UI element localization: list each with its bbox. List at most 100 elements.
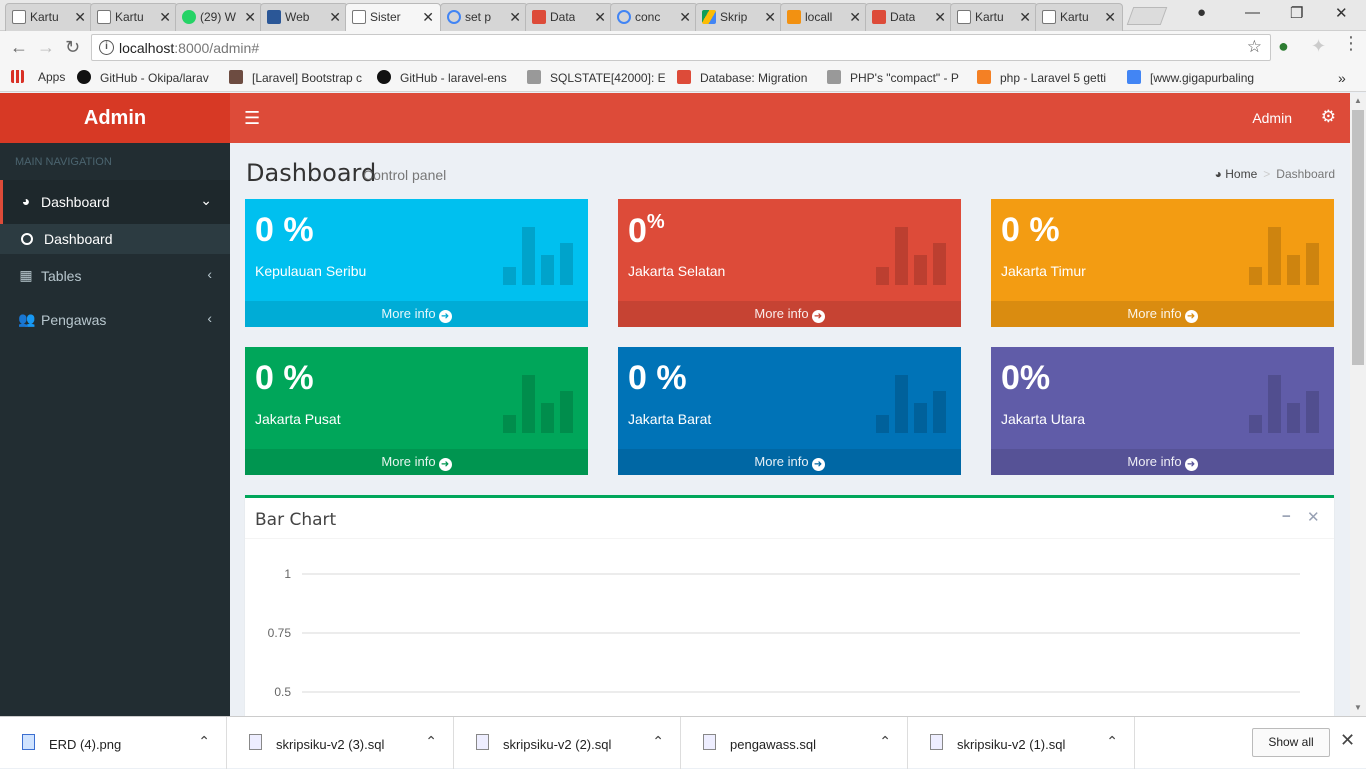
more-info-link[interactable]: More info ➜	[245, 449, 588, 475]
page-title: Dashboard	[246, 159, 377, 187]
close-tab-icon[interactable]: ✕	[679, 4, 691, 30]
bookmark-star-icon[interactable]: ☆	[1247, 37, 1262, 57]
page-scrollbar[interactable]: ▲ ▼	[1350, 93, 1366, 716]
restore-icon[interactable]: ❐	[1290, 4, 1303, 22]
download-item[interactable]: pengawass.sql ⌃	[681, 717, 908, 769]
stat-value: 0%	[1001, 359, 1051, 397]
download-item[interactable]: ERD (4).png ⌃	[0, 717, 227, 769]
address-bar-row: ← → ↻ i localhost:8000/admin# ☆ ● ✦ ⋮	[0, 31, 1366, 64]
close-tab-icon[interactable]: ✕	[1104, 4, 1116, 30]
more-info-link[interactable]: More info ➜	[991, 449, 1334, 475]
breadcrumb: ◕ Home > Dashboard	[1214, 167, 1335, 181]
more-bookmarks-icon[interactable]: »	[1338, 70, 1346, 86]
bookmark-item[interactable]: PHP's "compact" - P	[827, 70, 965, 85]
breadcrumb-current: Dashboard	[1276, 167, 1335, 181]
nav-header: MAIN NAVIGATION	[15, 156, 112, 168]
bookmark-item[interactable]: [Laravel] Bootstrap c	[229, 70, 367, 85]
app-logo[interactable]: Admin	[0, 93, 230, 143]
show-all-button[interactable]: Show all	[1252, 728, 1330, 757]
phpmyadmin-icon	[787, 10, 801, 24]
extension-icon[interactable]: ✦	[1311, 36, 1326, 57]
close-tab-icon[interactable]: ✕	[74, 4, 86, 30]
browser-tab[interactable]: Data ✕	[865, 3, 953, 31]
browser-tab[interactable]: Kartu ✕	[90, 3, 178, 31]
bookmark-apps[interactable]: Apps	[11, 70, 65, 84]
sidebar-item-dashboard[interactable]: ◕ Dashboard ⌄	[0, 180, 230, 224]
browser-tab[interactable]: Skrip ✕	[695, 3, 783, 31]
address-bar[interactable]: i localhost:8000/admin# ☆	[91, 34, 1271, 61]
gears-icon[interactable]: ⚙	[1321, 107, 1336, 127]
bookmark-item[interactable]: Database: Migration	[677, 70, 815, 85]
info-icon[interactable]: i	[99, 40, 114, 55]
new-tab-button[interactable]	[1126, 7, 1168, 25]
user-menu[interactable]: Admin	[1252, 110, 1292, 126]
download-item[interactable]: skripsiku-v2 (3).sql ⌃	[227, 717, 454, 769]
close-tab-icon[interactable]: ✕	[849, 4, 861, 30]
bookmark-item[interactable]: GitHub - laravel-ens	[377, 70, 515, 85]
chevron-up-icon[interactable]: ⌃	[198, 733, 210, 750]
close-tab-icon[interactable]: ✕	[764, 4, 776, 30]
close-download-bar-icon[interactable]: ✕	[1340, 730, 1355, 751]
bar-chart-icon	[503, 371, 578, 433]
breadcrumb-home[interactable]: ◕ Home	[1215, 167, 1258, 181]
browser-tab[interactable]: Kartu ✕	[950, 3, 1038, 31]
close-tab-icon[interactable]: ✕	[159, 4, 171, 30]
extension-globe-icon[interactable]: ●	[1278, 36, 1289, 57]
page-icon	[97, 10, 111, 24]
close-tab-icon[interactable]: ✕	[594, 4, 606, 30]
window-close-icon[interactable]: ✕	[1335, 4, 1348, 22]
browser-tab[interactable]: Kartu ✕	[1035, 3, 1123, 31]
browser-tab[interactable]: (29) W ✕	[175, 3, 263, 31]
reload-icon[interactable]: ↻	[65, 37, 80, 58]
scrollbar-thumb[interactable]	[1352, 110, 1364, 365]
close-tab-icon[interactable]: ✕	[934, 4, 946, 30]
browser-tab[interactable]: conc ✕	[610, 3, 698, 31]
chevron-up-icon[interactable]: ⌃	[879, 733, 891, 750]
chevron-up-icon[interactable]: ⌃	[425, 733, 437, 750]
close-tab-icon[interactable]: ✕	[329, 4, 341, 30]
profile-icon[interactable]: ●	[1197, 4, 1206, 21]
file-icon	[476, 734, 489, 750]
bookmark-item[interactable]: php - Laravel 5 getti	[977, 70, 1117, 85]
chevron-up-icon[interactable]: ⌃	[652, 733, 664, 750]
close-tab-icon[interactable]: ✕	[509, 4, 521, 30]
sidebar-subitem-dashboard[interactable]: Dashboard	[0, 224, 230, 254]
arrow-circle-right-icon: ➜	[438, 458, 452, 471]
minimize-icon[interactable]: —	[1245, 4, 1260, 21]
close-tab-icon[interactable]: ✕	[1019, 4, 1031, 30]
browser-tab[interactable]: Web ✕	[260, 3, 348, 31]
close-tab-icon[interactable]: ✕	[244, 4, 256, 30]
menu-icon[interactable]: ⋮	[1342, 33, 1360, 54]
scroll-up-icon[interactable]: ▲	[1354, 96, 1362, 105]
scroll-down-icon[interactable]: ▼	[1354, 703, 1362, 712]
sidebar: MAIN NAVIGATION ◕ Dashboard ⌄ Dashboard …	[0, 143, 230, 716]
download-item[interactable]: skripsiku-v2 (2).sql ⌃	[454, 717, 681, 769]
forward-icon[interactable]: →	[37, 37, 55, 58]
close-tab-icon[interactable]: ✕	[422, 4, 434, 30]
close-icon[interactable]: ✕	[1307, 508, 1320, 526]
browser-tab[interactable]: set p ✕	[440, 3, 528, 31]
sidebar-toggle-icon[interactable]: ☰	[244, 108, 260, 129]
stat-box-jakarta-timur: 0 % Jakarta Timur More info ➜	[991, 199, 1334, 327]
download-item[interactable]: skripsiku-v2 (1).sql ⌃	[908, 717, 1135, 769]
back-icon[interactable]: ←	[10, 37, 28, 58]
bookmark-item[interactable]: SQLSTATE[42000]: Er	[527, 70, 665, 85]
more-info-link[interactable]: More info ➜	[991, 301, 1334, 327]
more-info-link[interactable]: More info ➜	[618, 449, 961, 475]
more-info-link[interactable]: More info ➜	[618, 301, 961, 327]
more-info-link[interactable]: More info ➜	[245, 301, 588, 327]
sidebar-item-pengawas[interactable]: 👥 Pengawas ‹	[0, 298, 230, 342]
bookmark-item[interactable]: GitHub - Okipa/larav	[77, 70, 217, 85]
browser-tab-active[interactable]: Sister ✕	[345, 3, 441, 32]
sidebar-item-tables[interactable]: ▦ Tables ‹	[0, 254, 230, 298]
browser-tab[interactable]: locall ✕	[780, 3, 868, 31]
arrow-site-icon	[527, 70, 541, 84]
bar-chart-icon	[503, 223, 578, 285]
browser-tab[interactable]: Kartu ✕	[5, 3, 93, 31]
collapse-icon[interactable]: −	[1282, 508, 1291, 525]
stat-value: 0 %	[628, 359, 687, 397]
browser-tab[interactable]: Data ✕	[525, 3, 613, 31]
chevron-up-icon[interactable]: ⌃	[1106, 733, 1118, 750]
laravel-icon	[532, 10, 546, 24]
bookmark-item[interactable]: [www.gigapurbaling	[1127, 70, 1265, 85]
